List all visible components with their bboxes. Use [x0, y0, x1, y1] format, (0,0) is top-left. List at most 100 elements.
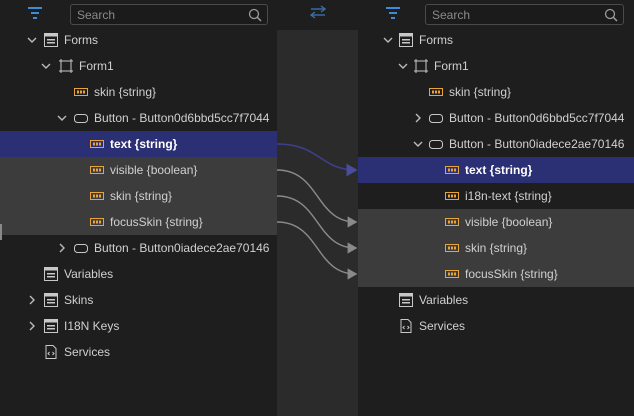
property-icon — [89, 214, 105, 230]
property-icon — [89, 162, 105, 178]
tree-item-skin[interactable]: skin {string} — [0, 79, 277, 105]
chevron-down-icon[interactable] — [26, 34, 38, 46]
tree-item-label: text {string} — [465, 163, 533, 177]
tree-item-label: Button - Button0d6bbd5cc7f7044 — [94, 111, 270, 125]
property-icon — [444, 266, 460, 282]
tree-item-focusskin[interactable]: focusSkin {string} — [0, 209, 277, 235]
frame-icon — [413, 58, 429, 74]
tree-item-label: text {string} — [110, 137, 178, 151]
button-widget-icon — [428, 136, 444, 152]
tree-item-label: skin {string} — [449, 85, 512, 99]
chevron-down-icon[interactable] — [382, 34, 394, 46]
tree-item-label: Button - Button0iadece2ae70146 — [449, 137, 625, 151]
target-search-box — [425, 4, 624, 25]
tree-item-forms[interactable]: Forms — [358, 27, 634, 53]
tree-item-label: skin {string} — [94, 85, 157, 99]
tree-item-label: visible {boolean} — [110, 163, 198, 177]
tree-item-label: skin {string} — [465, 241, 528, 255]
search-icon[interactable] — [604, 8, 618, 22]
tree-item-label: Button - Button0d6bbd5cc7f7044 — [449, 111, 625, 125]
chevron-down-icon[interactable] — [56, 112, 68, 124]
property-icon — [444, 240, 460, 256]
tree-item-forms[interactable]: Forms — [0, 27, 277, 53]
tree-item-focusskin[interactable]: focusSkin {string} — [358, 261, 634, 287]
tree-item-button-2[interactable]: Button - Button0iadece2ae70146 — [0, 235, 277, 261]
tree-item-button-1[interactable]: Button - Button0d6bbd5cc7f7044 — [358, 105, 634, 131]
form-icon — [398, 32, 414, 48]
tree-item-label: skin {string} — [110, 189, 173, 203]
tree-item-variables[interactable]: Variables — [358, 287, 634, 313]
tree-item-services[interactable]: Services — [0, 339, 277, 365]
tree-item-text-selected[interactable]: text {string} — [358, 157, 634, 183]
tree-item-label: Button - Button0iadece2ae70146 — [94, 241, 270, 255]
filter-icon[interactable] — [384, 6, 402, 22]
button-widget-icon — [73, 240, 89, 256]
i18n-keys-icon — [43, 318, 59, 334]
variables-icon — [398, 292, 414, 308]
property-icon — [89, 188, 105, 204]
tree-item-variables[interactable]: Variables — [0, 261, 277, 287]
tree-item-skin-2[interactable]: skin {string} — [0, 183, 277, 209]
skins-icon — [43, 292, 59, 308]
tree-item-label: I18N Keys — [64, 319, 120, 333]
tree-item-i18n-keys[interactable]: I18N Keys — [0, 313, 277, 339]
tree-item-services[interactable]: Services — [358, 313, 634, 339]
tree-item-label: focusSkin {string} — [465, 267, 558, 281]
chevron-right-icon[interactable] — [412, 112, 424, 124]
tree-item-skin-2[interactable]: skin {string} — [358, 235, 634, 261]
source-tree-pane: Forms Form1 skin {string} Button - Butto… — [0, 0, 277, 416]
source-search-box — [70, 4, 268, 25]
resize-handle[interactable] — [0, 224, 2, 240]
source-search-input[interactable] — [71, 5, 267, 24]
target-search-input[interactable] — [426, 5, 623, 24]
tree-item-form1[interactable]: Form1 — [0, 53, 277, 79]
tree-item-label: Form1 — [79, 59, 114, 73]
chevron-right-icon[interactable] — [56, 242, 68, 254]
property-icon — [73, 84, 89, 100]
property-icon — [444, 162, 460, 178]
chevron-down-icon[interactable] — [397, 60, 409, 72]
filter-icon[interactable] — [26, 6, 44, 22]
tree-item-skin[interactable]: skin {string} — [358, 79, 634, 105]
tree-item-label: Skins — [64, 293, 94, 307]
button-widget-icon — [428, 110, 444, 126]
tree-item-text-selected[interactable]: text {string} — [0, 131, 277, 157]
swap-icon[interactable] — [308, 5, 328, 19]
tree-item-button-2[interactable]: Button - Button0iadece2ae70146 — [358, 131, 634, 157]
tree-item-label: Form1 — [434, 59, 469, 73]
tree-item-form1[interactable]: Form1 — [358, 53, 634, 79]
tree-item-label: Forms — [419, 33, 453, 47]
target-tree-pane: Forms Form1 skin {string} Button - Butto… — [358, 0, 634, 416]
chevron-down-icon[interactable] — [40, 60, 52, 72]
chevron-right-icon[interactable] — [26, 294, 38, 306]
tree-item-label: Variables — [64, 267, 114, 281]
tree-item-label: visible {boolean} — [465, 215, 553, 229]
mapping-gutter — [277, 0, 358, 416]
property-icon — [444, 188, 460, 204]
search-icon[interactable] — [248, 8, 262, 22]
tree-item-skins[interactable]: Skins — [0, 287, 277, 313]
chevron-right-icon[interactable] — [26, 320, 38, 332]
tree-item-label: focusSkin {string} — [110, 215, 203, 229]
target-toolbar — [358, 0, 634, 30]
form-icon — [43, 32, 59, 48]
tree-item-label: Forms — [64, 33, 98, 47]
services-icon — [43, 344, 59, 360]
property-icon — [444, 214, 460, 230]
gutter-toolbar — [277, 0, 358, 30]
source-toolbar — [0, 0, 277, 30]
tree-item-button-1[interactable]: Button - Button0d6bbd5cc7f7044 — [0, 105, 277, 131]
tree-item-i18n-text[interactable]: i18n-text {string} — [358, 183, 634, 209]
chevron-down-icon[interactable] — [412, 138, 424, 150]
tree-item-label: Services — [64, 345, 111, 359]
variables-icon — [43, 266, 59, 282]
property-icon — [428, 84, 444, 100]
frame-icon — [58, 58, 74, 74]
tree-item-visible[interactable]: visible {boolean} — [0, 157, 277, 183]
tree-item-visible[interactable]: visible {boolean} — [358, 209, 634, 235]
tree-item-label: i18n-text {string} — [465, 189, 552, 203]
services-icon — [398, 318, 414, 334]
tree-item-label: Variables — [419, 293, 469, 307]
property-icon — [89, 136, 105, 152]
tree-item-label: Services — [419, 319, 466, 333]
